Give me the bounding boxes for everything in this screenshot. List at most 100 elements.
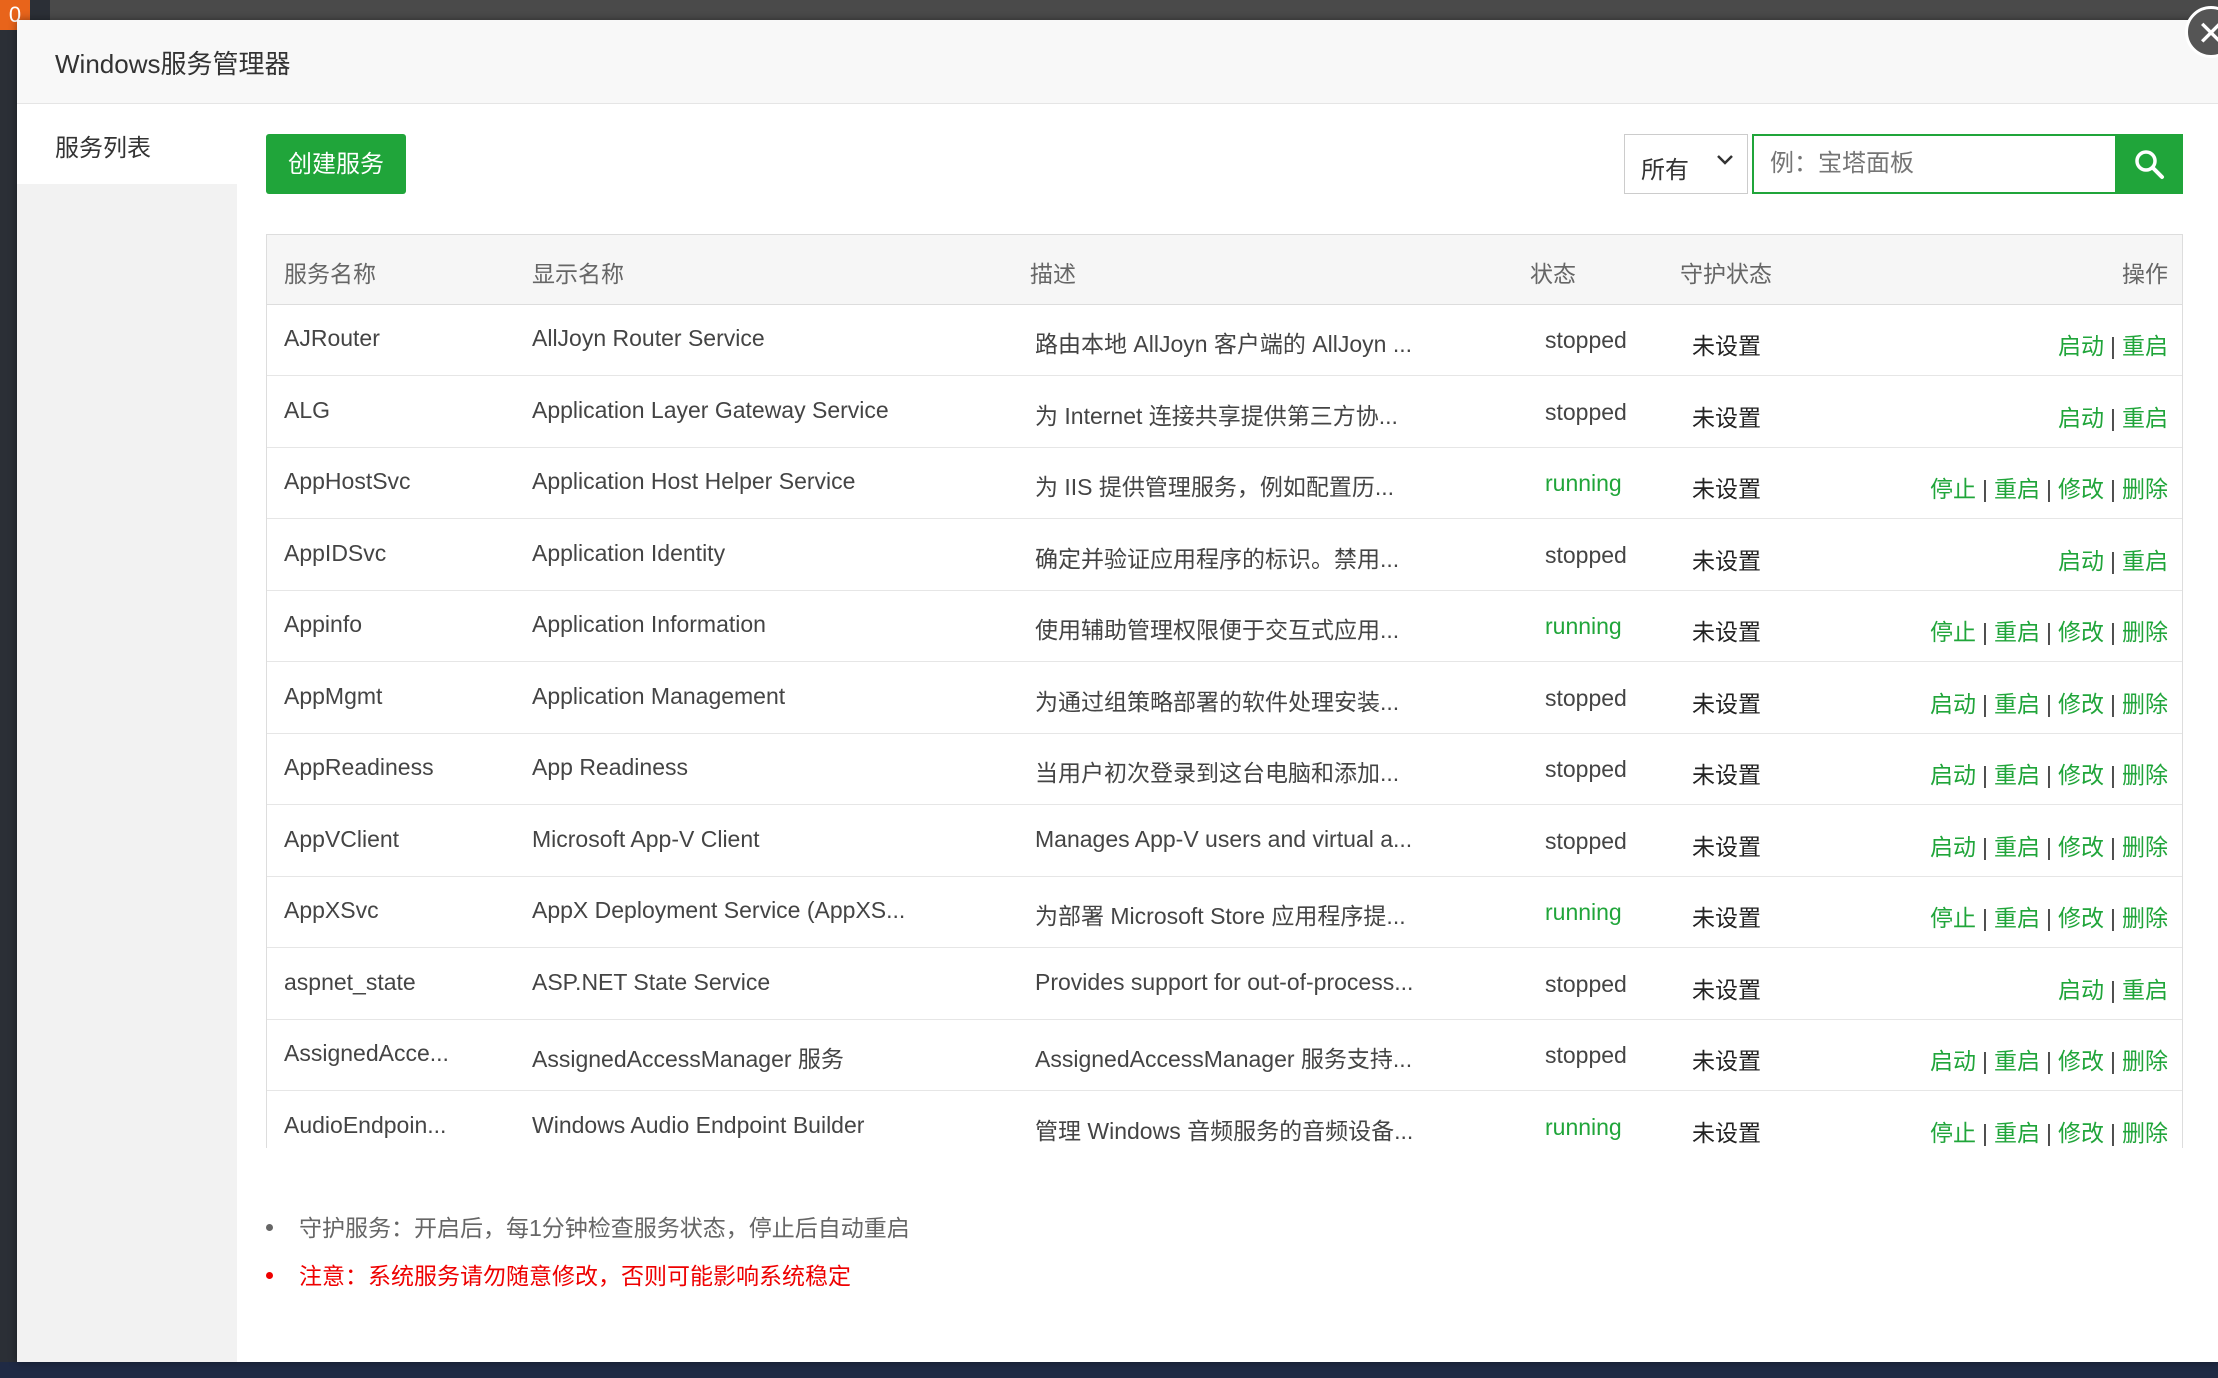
description-cell: 路由本地 AllJoyn 客户端的 AllJoyn ... (1035, 331, 1413, 357)
actions-cell: 停止 | 重启 | 修改 | 删除 (1930, 613, 2168, 647)
status-cell: running (1545, 899, 1622, 925)
services-table: 服务名称 显示名称 描述 状态 守护状态 操作 AJRouter AllJoyn … (266, 234, 2183, 1148)
actions-cell: 停止 | 重启 | 修改 | 删除 (1930, 1114, 2168, 1148)
table-row: Appinfo Application Information 使用辅助管理权限便于… (267, 591, 2182, 662)
start-link[interactable]: 启动 (2058, 548, 2104, 574)
action-separator: | (1982, 619, 1989, 645)
column-header-description[interactable]: 描述 (1030, 255, 1076, 289)
display-name-cell: Application Host Helper Service (532, 468, 856, 494)
start-link[interactable]: 启动 (2058, 977, 2104, 1003)
search-icon (2135, 150, 2164, 179)
status-cell: stopped (1545, 970, 1627, 997)
restart-link[interactable]: 重启 (2122, 333, 2168, 359)
display-name-cell: Windows Audio Endpoint Builder (532, 1111, 865, 1138)
action-separator: | (1982, 833, 1989, 860)
restart-link[interactable]: 重启 (1994, 476, 2040, 502)
action-separator: | (2110, 476, 2116, 502)
edit-link[interactable]: 修改 (2058, 834, 2104, 860)
restart-link[interactable]: 重启 (2122, 548, 2168, 574)
status-cell: running (1545, 1113, 1622, 1140)
guard-status-cell: 未设置 (1692, 1048, 1761, 1074)
delete-link[interactable]: 删除 (2122, 619, 2168, 645)
status-filter-select[interactable]: 所有 (1624, 134, 1748, 194)
delete-link[interactable]: 删除 (2122, 834, 2168, 860)
status-cell: running (1545, 613, 1622, 639)
column-header-display-name[interactable]: 显示名称 (532, 255, 624, 289)
restart-link[interactable]: 重启 (1994, 1048, 2040, 1074)
action-separator: | (2110, 833, 2116, 860)
search-button[interactable] (2115, 134, 2183, 194)
guard-status-cell: 未设置 (1692, 690, 1761, 717)
delete-link[interactable]: 删除 (2122, 691, 2168, 717)
start-link[interactable]: 启动 (1930, 834, 1976, 860)
stop-link[interactable]: 停止 (1930, 476, 1976, 502)
restart-link[interactable]: 重启 (1994, 619, 2040, 645)
display-name-cell: AssignedAccessManager 服务 (532, 1046, 844, 1072)
action-separator: | (2046, 905, 2053, 931)
display-name-cell: Application Identity (532, 539, 726, 566)
edit-link[interactable]: 修改 (2058, 762, 2104, 788)
restart-link[interactable]: 重启 (1994, 834, 2040, 860)
action-separator: | (1982, 905, 1989, 931)
stop-link[interactable]: 停止 (1930, 905, 1976, 931)
actions-cell: 启动 | 重启 (2058, 399, 2168, 433)
start-link[interactable]: 启动 (2058, 405, 2104, 431)
edit-link[interactable]: 修改 (2058, 476, 2104, 502)
start-link[interactable]: 启动 (2058, 333, 2104, 359)
delete-link[interactable]: 删除 (2122, 1048, 2168, 1074)
search-input[interactable] (1752, 134, 2115, 194)
display-name-cell: Application Management (532, 682, 786, 709)
restart-link[interactable]: 重启 (1994, 691, 2040, 717)
column-header-service-name[interactable]: 服务名称 (284, 255, 376, 289)
restart-link[interactable]: 重启 (2122, 977, 2168, 1003)
stop-link[interactable]: 停止 (1930, 619, 1976, 645)
sidebar-item-service-list[interactable]: 服务列表 (17, 104, 237, 184)
stop-link[interactable]: 停止 (1930, 1120, 1976, 1146)
guard-status-cell: 未设置 (1692, 404, 1761, 431)
chevron-down-icon (1715, 149, 1735, 175)
restart-link[interactable]: 重启 (1994, 762, 2040, 788)
column-header-status[interactable]: 状态 (1530, 255, 1576, 289)
create-service-button[interactable]: 创建服务 (266, 134, 406, 194)
service-name-cell: Appinfo (284, 611, 363, 637)
delete-link[interactable]: 删除 (2122, 905, 2168, 931)
edit-link[interactable]: 修改 (2058, 905, 2104, 931)
action-separator: | (2110, 762, 2116, 788)
action-separator: | (1982, 1048, 1989, 1074)
delete-link[interactable]: 删除 (2122, 762, 2168, 788)
start-link[interactable]: 启动 (1930, 1048, 1976, 1074)
delete-link[interactable]: 删除 (2122, 476, 2168, 502)
table-row: AppReadiness App Readiness 当用户初次登录到这台电脑和添加… (267, 734, 2182, 805)
description-cell: 为通过组策略部署的软件处理安装... (1035, 688, 1400, 715)
restart-link[interactable]: 重启 (1994, 1120, 2040, 1146)
guard-status-cell: 未设置 (1692, 833, 1761, 860)
action-separator: | (2046, 619, 2053, 645)
delete-link[interactable]: 删除 (2122, 1120, 2168, 1146)
service-name-cell: AppIDSvc (284, 539, 387, 566)
display-name-cell: Application Information (532, 611, 766, 637)
start-link[interactable]: 启动 (1930, 762, 1976, 788)
display-name-cell: Microsoft App-V Client (532, 825, 760, 852)
column-header-actions: 操作 (2122, 261, 2168, 287)
column-header-guard-status[interactable]: 守护状态 (1680, 255, 1772, 289)
filter-selected-value: 所有 (1641, 157, 1689, 184)
service-name-cell: AssignedAcce... (284, 1040, 449, 1066)
description-cell: 为部署 Microsoft Store 应用程序提... (1035, 903, 1406, 929)
start-link[interactable]: 启动 (1930, 691, 1976, 717)
table-row: AppXSvc AppX Deployment Service (AppXS...… (267, 877, 2182, 948)
service-name-cell: AppVClient (284, 825, 400, 852)
edit-link[interactable]: 修改 (2058, 1048, 2104, 1074)
service-name-cell: ALG (284, 396, 331, 423)
restart-link[interactable]: 重启 (1994, 905, 2040, 931)
edit-link[interactable]: 修改 (2058, 1120, 2104, 1146)
actions-cell: 启动 | 重启 | 修改 | 删除 (1930, 756, 2168, 790)
edit-link[interactable]: 修改 (2058, 619, 2104, 645)
description-cell: 管理 Windows 音频服务的音频设备... (1035, 1117, 1414, 1144)
note-warning: 注意：系统服务请勿随意修改，否则可能影响系统稳定 (266, 1257, 851, 1291)
status-cell: stopped (1545, 684, 1627, 711)
edit-link[interactable]: 修改 (2058, 691, 2104, 717)
restart-link[interactable]: 重启 (2122, 405, 2168, 431)
actions-cell: 停止 | 重启 | 修改 | 删除 (1930, 899, 2168, 933)
sidebar: 服务列表 (17, 104, 237, 1362)
table-row: aspnet_state ASP.NET State Service Provide… (267, 949, 2182, 1020)
